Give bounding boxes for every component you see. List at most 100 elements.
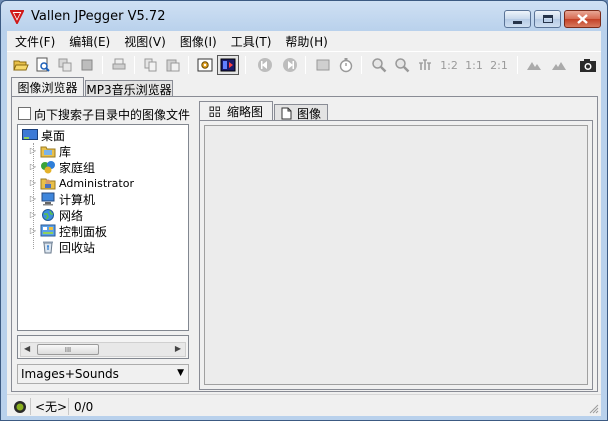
fullscreen-icon [316, 59, 330, 71]
image-browser-page: 向下搜索子目录中的图像文件 桌面 ▷ 库 ▷ 家庭组 ▷ Administrat… [11, 96, 598, 392]
copy-to-button[interactable] [55, 55, 75, 75]
tree-item-administrator[interactable]: ▷ Administrator [28, 175, 134, 191]
desktop-icon [22, 128, 38, 142]
control-panel-icon [40, 224, 56, 238]
settings-gear-icon [197, 58, 213, 72]
status-indicator [9, 398, 31, 415]
title-bar[interactable]: Vallen JPegger V5.72 [1, 1, 607, 31]
filter-selected-value: Images+Sounds [21, 367, 119, 381]
fit-button[interactable] [415, 55, 435, 75]
copy-to-icon [58, 58, 72, 72]
scroll-right-arrow-icon[interactable]: ▶ [175, 344, 181, 353]
toolbar-separator [134, 56, 135, 74]
open-folder-icon [13, 60, 29, 71]
network-icon [40, 208, 56, 222]
tree-item-label: 桌面 [41, 128, 66, 143]
rotate-left-button[interactable] [524, 55, 544, 75]
menu-tools[interactable]: 工具(T) [223, 33, 278, 50]
zoom-out-button[interactable] [392, 55, 412, 75]
tree-item-control-panel[interactable]: ▷ 控制面板 [28, 223, 107, 239]
toolbar-separator [245, 56, 246, 74]
status-light-icon [13, 400, 26, 413]
thumbnail-view[interactable] [204, 125, 588, 385]
status-bar: <无> 0/0 [7, 394, 601, 416]
previous-icon [258, 58, 272, 72]
zoom-half-button[interactable]: 1:2 [437, 55, 461, 75]
computer-icon [40, 192, 56, 206]
zoom-double-button[interactable]: 2:1 [487, 55, 511, 75]
tab-image-browser[interactable]: 图像浏览器 [11, 77, 84, 97]
tab-thumbnails-label: 缩略图 [226, 105, 263, 119]
scroll-left-arrow-icon[interactable]: ◀ [24, 344, 30, 353]
folder-tree[interactable]: 桌面 ▷ 库 ▷ 家庭组 ▷ Administrator ▷ 计算机 ▷ 网络 … [17, 124, 189, 331]
settings-button[interactable] [195, 55, 215, 75]
scroll-thumb[interactable]: III [37, 344, 99, 355]
maximize-icon [542, 15, 553, 23]
move-to-button[interactable] [77, 55, 97, 75]
zoom-out-icon [395, 58, 410, 73]
tab-mp3-browser[interactable]: MP3音乐浏览器 [85, 80, 173, 97]
maximize-button[interactable] [534, 10, 561, 28]
printer-icon [112, 58, 126, 70]
tree-item-label: 网络 [59, 208, 84, 223]
open-folder-button[interactable] [11, 55, 31, 75]
menu-help[interactable]: 帮助(H) [277, 33, 333, 50]
tree-item-computer[interactable]: ▷ 计算机 [28, 191, 95, 207]
mountain-right-icon [552, 62, 566, 70]
next-image-button[interactable] [280, 55, 300, 75]
tab-image[interactable]: 图像 [274, 104, 328, 121]
horizontal-scrollbar[interactable]: ◀ III ▶ [20, 342, 186, 357]
slideshow-button[interactable] [217, 55, 239, 75]
rotate-right-button[interactable] [549, 55, 569, 75]
minimize-icon [513, 20, 522, 24]
paste-button[interactable] [163, 55, 183, 75]
copy-button[interactable] [141, 55, 161, 75]
homegroup-icon [40, 160, 56, 174]
camera-icon [580, 59, 596, 72]
menu-view[interactable]: 视图(V) [116, 33, 172, 50]
tree-item-label: 回收站 [59, 240, 96, 255]
tree-item-network[interactable]: ▷ 网络 [28, 207, 83, 223]
tree-hscroll-area: ◀ III ▶ [17, 335, 189, 359]
tree-item-recycle-bin[interactable]: 回收站 [40, 239, 95, 255]
document-icon [281, 107, 292, 119]
subdir-search-label: 向下搜索子目录中的图像文件 [34, 108, 191, 122]
resize-grip-icon[interactable] [589, 404, 599, 414]
window-title: Vallen JPegger V5.72 [31, 9, 166, 24]
chevron-down-icon: ▼ [177, 368, 184, 378]
tree-item-desktop[interactable]: 桌面 [22, 127, 65, 143]
menu-file[interactable]: 文件(F) [7, 33, 61, 50]
fullscreen-button[interactable] [313, 55, 333, 75]
previous-image-button[interactable] [255, 55, 275, 75]
close-icon [577, 14, 588, 24]
menu-edit[interactable]: 编辑(E) [61, 33, 116, 50]
libraries-icon [40, 144, 56, 158]
toolbar-separator [517, 56, 518, 74]
zoom-actual-button[interactable]: 1:1 [462, 55, 486, 75]
capture-button[interactable] [578, 55, 598, 75]
tree-item-homegroup[interactable]: ▷ 家庭组 [28, 159, 95, 175]
tree-item-label: 控制面板 [59, 224, 108, 239]
paste-icon [166, 59, 180, 72]
tree-item-libraries[interactable]: ▷ 库 [28, 143, 71, 159]
tree-item-label: 计算机 [59, 192, 96, 207]
minimize-button[interactable] [504, 10, 531, 28]
timer-button[interactable] [336, 55, 356, 75]
toolbar-separator [188, 56, 189, 74]
client-area: 图像浏览器 MP3音乐浏览器 向下搜索子目录中的图像文件 桌面 ▷ 库 ▷ 家庭… [7, 77, 601, 394]
toolbar-separator [361, 56, 362, 74]
tab-thumbnails[interactable]: 缩略图 [199, 101, 273, 121]
tree-item-label: 家庭组 [59, 160, 96, 175]
tree-item-label: Administrator [59, 176, 134, 190]
subdir-search-checkbox[interactable] [18, 107, 31, 120]
tree-item-label: 库 [59, 144, 72, 159]
app-window: Vallen JPegger V5.72 文件(F) 编辑(E) 视图(V) 图… [0, 0, 608, 421]
print-button[interactable] [109, 55, 129, 75]
find-images-button[interactable] [33, 55, 53, 75]
menu-image[interactable]: 图像(I) [172, 33, 223, 50]
filter-dropdown[interactable]: Images+Sounds ▼ [17, 364, 189, 384]
status-count: 0/0 [74, 399, 94, 414]
close-button[interactable] [564, 10, 601, 28]
zoom-in-button[interactable] [369, 55, 389, 75]
menu-bar: 文件(F) 编辑(E) 视图(V) 图像(I) 工具(T) 帮助(H) [7, 31, 601, 51]
